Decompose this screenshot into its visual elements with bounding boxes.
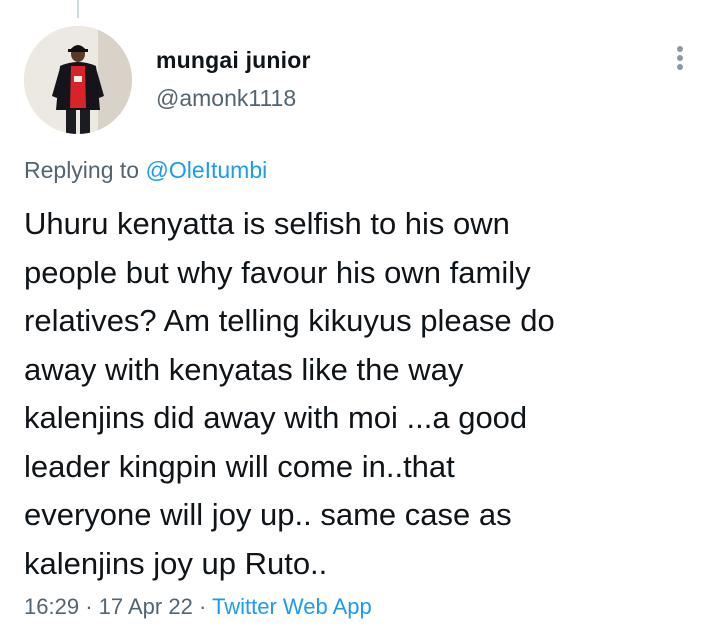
more-options-button[interactable] xyxy=(664,40,696,76)
more-options-icon-dot xyxy=(677,64,683,70)
tweet-source-link[interactable]: Twitter Web App xyxy=(212,594,372,619)
more-options-icon-dot xyxy=(677,55,683,61)
avatar[interactable] xyxy=(24,26,132,134)
meta-separator: · xyxy=(85,594,93,619)
tweet-time[interactable]: 16:29 xyxy=(24,594,79,619)
tweet-text-line: relatives? Am telling kikuyus please do xyxy=(24,303,555,338)
tweet-text-line: away with kenyatas like the way xyxy=(24,351,464,387)
tweet-date[interactable]: 17 Apr 22 xyxy=(99,594,193,619)
tweet-text-line: kalenjins did away with moi ...a good xyxy=(24,400,528,435)
author-handle[interactable]: @amonk1118 xyxy=(156,82,311,114)
thread-connector-line xyxy=(77,0,79,18)
replying-to-label: Replying to xyxy=(24,157,140,183)
tweet-text-line: leader kingpin will come in..that xyxy=(24,448,455,484)
tweet-text-line: Uhuru kenyatta is selfish to his own xyxy=(24,206,510,241)
tweet-text-line: people but why favour his own family xyxy=(24,254,531,290)
author-display-name[interactable]: mungai junior xyxy=(156,44,311,76)
reply-mention-link[interactable]: @OleItumbi xyxy=(145,157,267,183)
more-options-icon xyxy=(677,46,683,52)
tweet-text-line: everyone will joy up.. same case as xyxy=(24,497,512,532)
author-info[interactable]: mungai junior @amonk1118 xyxy=(156,44,311,114)
meta-separator: · xyxy=(198,594,207,619)
tweet-text: Uhuru kenyatta is selfish to his own peo… xyxy=(24,200,696,588)
tweet-text-line: kalenjins joy up Ruto.. xyxy=(24,545,328,581)
replying-to-line: Replying to @OleItumbi xyxy=(24,155,267,185)
profile-photo xyxy=(24,26,132,134)
tweet-metadata: 16:29 · 17 Apr 22 · Twitter Web App xyxy=(24,592,372,622)
